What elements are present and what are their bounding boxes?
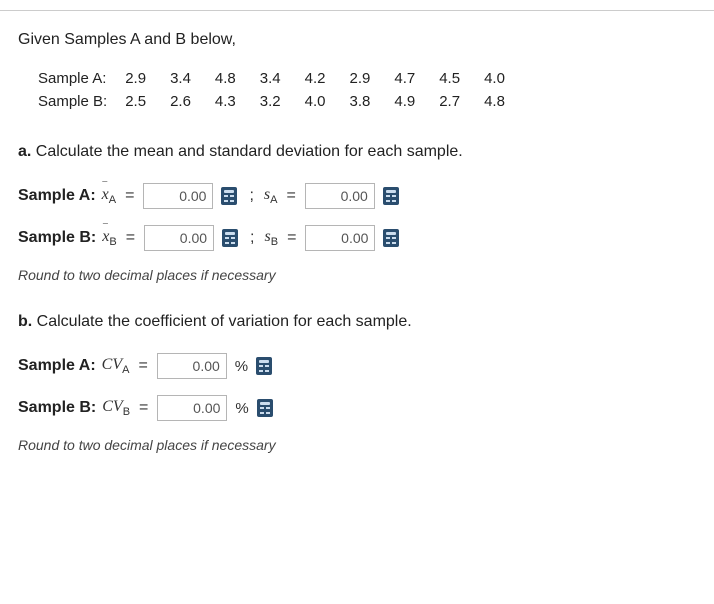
sample-b-ans-label: Sample B: <box>18 229 96 247</box>
intro-text: Given Samples A and B below, <box>18 31 696 49</box>
part-b-text: Calculate the coefficient of variation f… <box>32 313 411 330</box>
equals-sign: = <box>122 187 137 205</box>
calculator-icon[interactable] <box>383 187 399 205</box>
sample-a-val: 3.4 <box>250 67 295 90</box>
s-b-symbol: sB <box>265 228 279 248</box>
s-a-symbol: sA <box>264 186 278 206</box>
xbar-b-symbol: xB <box>102 228 116 248</box>
sample-a-row: Sample A: 2.9 3.4 4.8 3.4 4.2 2.9 4.7 4.… <box>38 67 519 90</box>
sample-a-mean-sd-line: Sample A: xA = ; sA = <box>18 183 696 209</box>
sample-a-val: 4.8 <box>205 67 250 90</box>
part-a-prefix: a. <box>18 143 31 160</box>
mean-a-input[interactable] <box>143 183 213 209</box>
sample-b-val: 4.0 <box>295 90 340 113</box>
sample-a-val: 4.5 <box>429 67 474 90</box>
part-b-prefix: b. <box>18 313 32 330</box>
sample-b-row: Sample B: 2.5 2.6 4.3 3.2 4.0 3.8 4.9 2.… <box>38 90 519 113</box>
sample-b-label: Sample B: <box>38 90 115 113</box>
sample-a-val: 4.2 <box>295 67 340 90</box>
cv-b-input[interactable] <box>157 395 227 421</box>
cv-a-symbol: CVA <box>102 356 130 376</box>
sample-b-cv-label: Sample B: <box>18 399 96 417</box>
calculator-icon[interactable] <box>257 399 273 417</box>
sample-b-val: 3.8 <box>340 90 385 113</box>
calculator-icon[interactable] <box>256 357 272 375</box>
part-b-hint: Round to two decimal places if necessary <box>18 437 696 453</box>
sample-a-val: 2.9 <box>340 67 385 90</box>
sample-a-label: Sample A: <box>38 67 115 90</box>
semicolon: ; <box>244 229 258 247</box>
sample-a-cv-label: Sample A: <box>18 357 96 375</box>
part-a-prompt: a. Calculate the mean and standard devia… <box>18 143 696 161</box>
equals-sign: = <box>283 187 298 205</box>
sample-data-table: Sample A: 2.9 3.4 4.8 3.4 4.2 2.9 4.7 4.… <box>38 67 519 113</box>
sample-a-val: 2.9 <box>115 67 160 90</box>
sample-b-val: 4.9 <box>384 90 429 113</box>
sample-b-val: 2.6 <box>160 90 205 113</box>
semicolon: ; <box>243 187 257 205</box>
xbar-a-symbol: xA <box>102 186 116 206</box>
sample-b-val: 2.5 <box>115 90 160 113</box>
part-b-prompt: b. Calculate the coefficient of variatio… <box>18 313 696 331</box>
part-a-text: Calculate the mean and standard deviatio… <box>31 143 462 160</box>
sample-b-val: 2.7 <box>429 90 474 113</box>
equals-sign: = <box>135 357 150 375</box>
percent-sign: % <box>233 358 248 375</box>
equals-sign: = <box>123 229 138 247</box>
sample-b-mean-sd-line: Sample B: xB = ; sB = <box>18 225 696 251</box>
equals-sign: = <box>136 399 151 417</box>
calculator-icon[interactable] <box>383 229 399 247</box>
sample-b-val: 4.8 <box>474 90 519 113</box>
sample-a-ans-label: Sample A: <box>18 187 96 205</box>
part-a-hint: Round to two decimal places if necessary <box>18 267 696 283</box>
calculator-icon[interactable] <box>221 187 237 205</box>
sd-b-input[interactable] <box>305 225 375 251</box>
sample-a-val: 3.4 <box>160 67 205 90</box>
sample-b-val: 4.3 <box>205 90 250 113</box>
percent-sign: % <box>233 400 248 417</box>
sd-a-input[interactable] <box>305 183 375 209</box>
calculator-icon[interactable] <box>222 229 238 247</box>
sample-a-val: 4.7 <box>384 67 429 90</box>
cv-b-symbol: CVB <box>102 398 130 418</box>
sample-b-cv-line: Sample B: CVB = % <box>18 395 696 421</box>
sample-b-val: 3.2 <box>250 90 295 113</box>
mean-b-input[interactable] <box>144 225 214 251</box>
equals-sign: = <box>284 229 299 247</box>
cv-a-input[interactable] <box>157 353 227 379</box>
sample-a-cv-line: Sample A: CVA = % <box>18 353 696 379</box>
sample-a-val: 4.0 <box>474 67 519 90</box>
